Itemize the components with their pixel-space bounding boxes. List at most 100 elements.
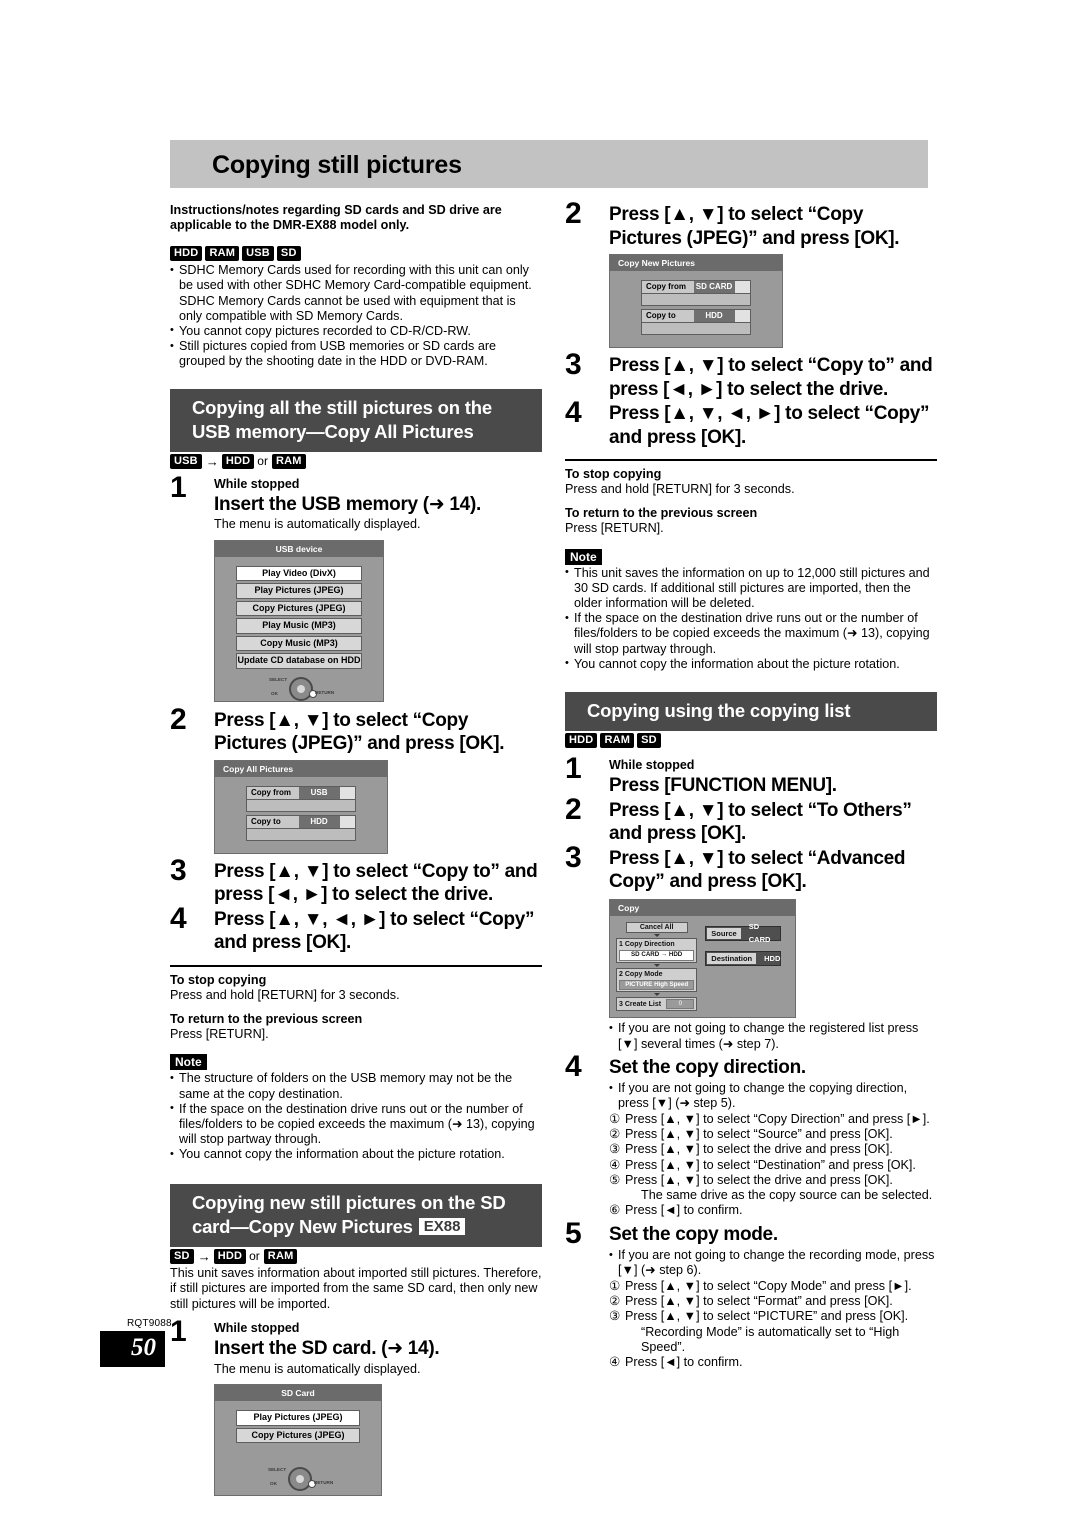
stop-copying-title: To stop copying <box>170 972 267 987</box>
copy-from-detail <box>640 294 752 306</box>
substep-text: Press [▲, ▼] to select the drive and pre… <box>625 1142 893 1157</box>
substep-text: Press [▲, ▼] to select “Format” and pres… <box>625 1293 893 1308</box>
screen-body: Cancel All 1 Copy Direction SD CARD → HD… <box>610 916 795 1018</box>
copy-to-row: Copy to HDD <box>640 309 752 335</box>
cursor-ok-label: OK <box>271 690 278 696</box>
list-item[interactable]: Play Music (MP3) <box>235 618 363 634</box>
step-instruction: Insert the USB memory (➜ 14). <box>214 493 481 515</box>
media-badge-ram: RAM <box>271 453 306 469</box>
divider <box>565 459 937 461</box>
list-item[interactable]: Copy Pictures (JPEG) <box>235 1427 361 1444</box>
copy-direction-label: Copy Direction <box>624 941 675 949</box>
dpad-cursor-icon: SELECT OK RETURN <box>215 675 383 701</box>
copy-to-row: Copy to HDD <box>245 814 357 841</box>
list-item: If the space on the destination drive ru… <box>170 1101 542 1148</box>
media-badge-sd: SD <box>276 246 301 262</box>
list-item: ② Press [▲, ▼] to select “Format” and pre… <box>609 1294 937 1309</box>
copy-direction-box[interactable]: 1 Copy Direction SD CARD → HDD <box>616 938 698 963</box>
step-note: The menu is automatically displayed. <box>214 517 421 532</box>
cursor-return-label: RETURN <box>315 689 335 695</box>
screen-title: SD Card <box>215 1385 381 1402</box>
circled-number: ③ <box>609 1142 621 1157</box>
copy-from-value[interactable]: SD CARD <box>693 281 735 293</box>
stop-copying-text: Press and hold [RETURN] for 3 seconds. <box>565 482 795 497</box>
connector-arrow-icon <box>653 993 660 997</box>
step-number: 3 <box>565 348 582 381</box>
copy-mode-num: 2 <box>619 970 623 978</box>
stop-copying-text: Press and hold [RETURN] for 3 seconds. <box>170 988 400 1003</box>
copy-detail-panel: Source SD CARD Destination HDD <box>697 922 789 1012</box>
cancel-all-button[interactable]: Cancel All <box>625 921 688 934</box>
list-item[interactable]: Copy Pictures (JPEG) <box>235 600 363 617</box>
copy-mode-box[interactable]: 2 Copy Mode PICTURE High Speed <box>616 967 698 993</box>
arrow-icon: → <box>197 1248 211 1264</box>
step-instruction: Press [▲, ▼, ◄, ►] to select “Copy” and … <box>214 908 535 954</box>
step-instruction: Press [▲, ▼] to select “Copy to” and pre… <box>214 860 538 906</box>
step-instruction: Press [▲, ▼] to select “Copy Pictures (J… <box>214 709 505 755</box>
screen-menu-list: Play Pictures (JPEG) Copy Pictures (JPEG… <box>215 1401 381 1495</box>
list-item: ④ Press [◄] to confirm. <box>609 1355 937 1370</box>
intro-bullet-list: SDHC Memory Cards used for recording wit… <box>170 263 542 369</box>
step-condition: While stopped <box>214 476 300 491</box>
substep-text: Press [▲, ▼] to select “Copy Direction” … <box>625 1111 930 1126</box>
step-number: 3 <box>565 840 582 874</box>
list-item[interactable]: Copy Music (MP3) <box>235 635 363 652</box>
copy-mode-label: Copy Mode <box>624 970 663 978</box>
list-item: ④ Press [▲, ▼] to select “Destination” an… <box>609 1158 937 1173</box>
return-screen-text: Press [RETURN]. <box>565 521 664 536</box>
list-item[interactable]: Play Pictures (JPEG) <box>235 583 363 599</box>
divider <box>170 964 542 967</box>
substep-text: Press [▲, ▼] to select “Copy Mode” and p… <box>625 1278 912 1293</box>
source-value: SD CARD <box>748 922 771 945</box>
circled-number: ④ <box>609 1157 621 1172</box>
step-number: 1 <box>565 752 582 786</box>
destination-row[interactable]: Destination HDD <box>705 950 781 966</box>
substep-note: “Recording Mode” is automatically set to… <box>641 1324 900 1354</box>
list-item[interactable]: Play Video (DivX) <box>235 565 363 582</box>
copy-from-value[interactable]: USB <box>298 786 340 799</box>
create-list-box[interactable]: 3 Create List 0 <box>616 997 698 1012</box>
list-item: Still pictures copied from USB memories … <box>170 339 542 369</box>
step-instruction: Press [▲, ▼, ◄, ►] to select “Copy” and … <box>609 403 930 448</box>
step-note: The menu is automatically displayed. <box>214 1361 421 1376</box>
page-title-bar: Copying still pictures <box>170 140 928 188</box>
list-item[interactable]: Play Pictures (JPEG) <box>235 1410 361 1426</box>
intro-note: Instructions/notes regarding SD cards an… <box>170 203 502 233</box>
step-number: 4 <box>170 901 187 935</box>
copy-from-pad <box>734 281 751 293</box>
screen-title: Copy <box>610 899 795 916</box>
step-instruction: Set the copy direction. <box>609 1056 806 1078</box>
step-number: 1 <box>170 1315 187 1349</box>
list-item[interactable]: Update CD database on HDD <box>235 653 363 669</box>
list-item: ③ Press [▲, ▼] to select the drive and pr… <box>609 1142 937 1157</box>
media-badge-ram: RAM <box>205 246 240 262</box>
step-number: 2 <box>565 792 582 826</box>
step-number: 1 <box>170 470 187 504</box>
screen-body: Copy from USB Copy to HDD <box>215 777 387 853</box>
cursor-ok-label: OK <box>270 1481 277 1487</box>
flow-sd: SD → HDD or RAM <box>170 1249 542 1264</box>
copy-to-value[interactable]: HDD <box>298 815 340 828</box>
arrow-icon: → <box>205 453 219 469</box>
media-badge-hdd: HDD <box>221 453 255 469</box>
list-item: ② Press [▲, ▼] to select “Source” and pre… <box>609 1127 937 1142</box>
create-list-count: 0 <box>666 999 695 1010</box>
step-number: 2 <box>565 197 582 230</box>
create-list-num: 3 <box>619 1000 623 1008</box>
note-tag: Note <box>170 1054 207 1071</box>
left-column: Instructions/notes regarding SD cards an… <box>170 203 542 1497</box>
step-list-5: 5 Set the copy mode. If you are not goin… <box>565 1218 937 1371</box>
copy-to-detail <box>640 323 752 335</box>
right-column: 2 Press [▲, ▼] to select “Copy Pictures … <box>565 199 937 1371</box>
step-instruction: Press [▲, ▼] to select “Copy Pictures (J… <box>609 204 900 249</box>
list-item: If you are not going to change the regis… <box>609 1021 937 1051</box>
source-row[interactable]: Source SD CARD <box>705 922 781 944</box>
media-badge-hdd: HDD <box>170 246 203 262</box>
copy-to-value[interactable]: HDD <box>693 310 735 322</box>
flow-usb: USB → HDD or RAM <box>170 454 542 469</box>
media-badge-hdd: HDD <box>565 733 598 749</box>
copy-to-label: Copy to <box>246 815 299 828</box>
after-screen-bullet-list: If you are not going to change the regis… <box>609 1021 937 1051</box>
page-number-box: 50 <box>100 1331 165 1367</box>
list-item: ① Press [▲, ▼] to select “Copy Mode” and … <box>609 1279 937 1294</box>
